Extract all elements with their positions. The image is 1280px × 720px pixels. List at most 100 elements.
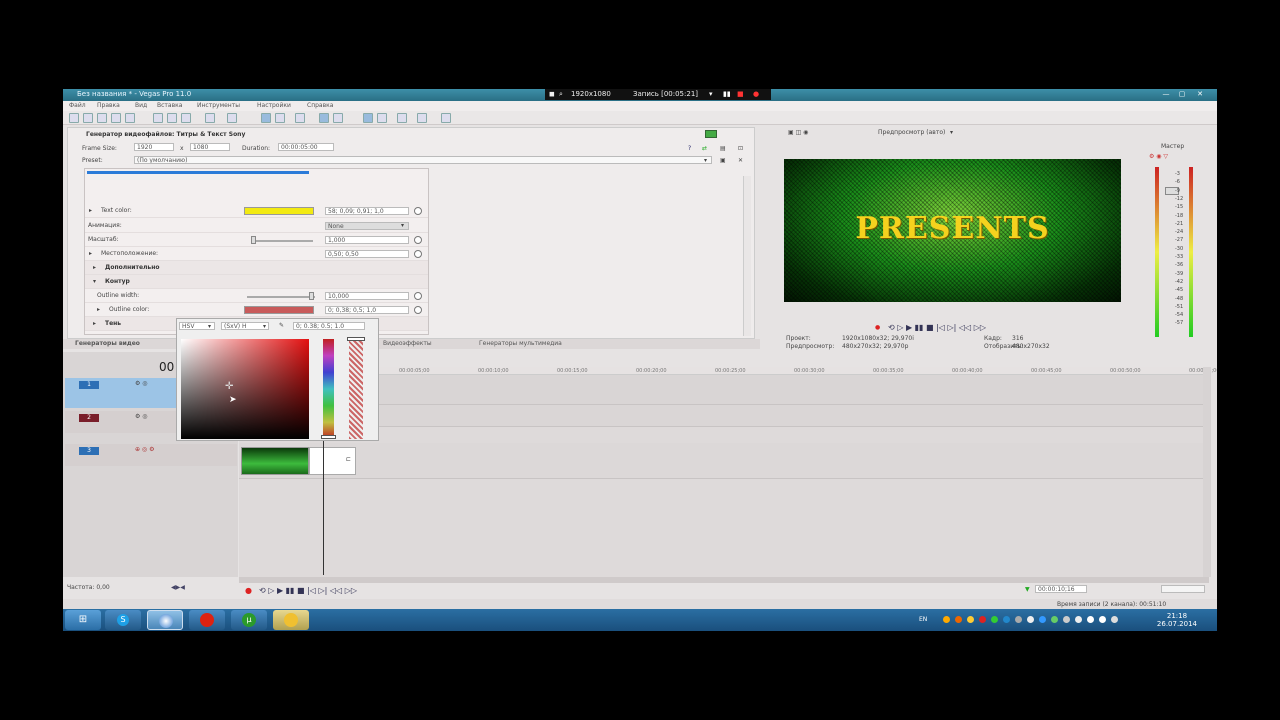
menu-options[interactable]: Настройки [257,102,291,109]
expand-icon[interactable]: ▸ [97,306,100,313]
tray-icon[interactable] [1015,616,1022,623]
recorder-dropdown-icon[interactable]: ▾ [709,90,713,98]
volume-icon[interactable] [1099,616,1106,623]
animate-clock-icon[interactable] [414,306,422,314]
record-icon[interactable]: ● [875,324,880,331]
collapse-icon[interactable]: ▾ [93,278,96,285]
frame-width-input[interactable]: 1920 [134,143,174,151]
animate-clock-icon[interactable] [414,207,422,215]
location-value[interactable]: 0,50; 0,50 [325,250,409,258]
plugin-chain-icon[interactable]: ⇄ [702,145,707,152]
hue-slider[interactable] [323,339,334,439]
selection-tool-icon[interactable] [295,113,305,123]
preset-dropdown-arrow-icon[interactable]: ▾ [704,157,707,164]
recorder-pause-icon[interactable]: ▮▮ [723,90,731,98]
skype-taskbar-icon[interactable]: S [105,610,141,630]
tab-video-generators[interactable]: Генераторы видео [75,340,140,347]
envelope-tool-icon[interactable] [275,113,285,123]
track-fx-icon[interactable]: ⊕ ◎ ⚙ [135,446,154,453]
animation-dropdown-arrow-icon[interactable]: ▾ [401,222,404,229]
vegas-taskbar-icon[interactable] [147,610,183,630]
duration-input[interactable]: 00:00:05:00 [278,143,334,151]
maximize-button[interactable]: ▢ [1175,90,1189,99]
preview-quality-dropdown[interactable]: Предпросмотр (авто) [878,129,945,136]
hue-slider-thumb[interactable] [321,435,336,439]
menu-tools[interactable]: Инструменты [197,102,240,109]
menu-help[interactable]: Справка [307,102,333,109]
redo-icon[interactable] [227,113,237,123]
lock-envelopes-icon[interactable] [377,113,387,123]
ignore-grouping-icon[interactable] [397,113,407,123]
tray-icon[interactable] [1039,616,1046,623]
whats-this-icon[interactable] [441,113,451,123]
timeline-track-2[interactable] [239,405,1209,427]
text-color-value[interactable]: 58; 0,09; 0,91; 1,0 [325,207,409,215]
media-fx-icon[interactable] [417,113,427,123]
recorder-stop-icon[interactable]: ■ [737,90,744,98]
properties-icon[interactable] [125,113,135,123]
rate-slider-icon[interactable]: ◀▶◀ [171,584,185,591]
expand-icon[interactable]: ▸ [89,207,92,214]
tray-icon[interactable] [1051,616,1058,623]
scale-value[interactable]: 1,000 [325,236,409,244]
color-channel-dropdown[interactable]: (SxV) H [221,322,269,330]
eyedropper-icon[interactable]: ✎ [279,322,284,329]
system-clock[interactable]: 21:18 26.07.2014 [1157,612,1197,628]
media-clip-event[interactable]: ⊏ [309,447,356,475]
preview-toolbar-icon[interactable]: ▣ ◫ ◉ [788,129,808,136]
animation-dropdown[interactable]: None [325,222,409,230]
minimize-button[interactable]: — [1159,90,1173,99]
length-display[interactable] [1161,585,1205,593]
undo-icon[interactable] [205,113,215,123]
animate-clock-icon[interactable] [414,292,422,300]
outline-width-value[interactable]: 10,000 [325,292,409,300]
utorrent-taskbar-icon[interactable]: µ [231,610,267,630]
saturation-value-square[interactable]: ✛ ➤ [181,339,309,439]
animate-clock-icon[interactable] [414,250,422,258]
track-header-3[interactable]: 3 ⊕ ◎ ⚙ [65,444,237,466]
tray-icon[interactable] [979,616,986,623]
expand-icon[interactable]: ▸ [93,264,96,271]
time-ruler[interactable]: 00:00:05;00 00:00:10;00 00:00:15;00 00:00:2… [239,367,1217,375]
animate-clock-icon[interactable] [414,236,422,244]
outline-color-swatch[interactable] [244,306,314,314]
cut-icon[interactable] [153,113,163,123]
preview-dropdown-arrow-icon[interactable]: ▾ [950,129,953,136]
track-fx-icon[interactable]: ⚙ ◎ [135,380,148,387]
color-model-arrow-icon[interactable]: ▾ [208,323,211,330]
tray-icon[interactable] [943,616,950,623]
language-indicator[interactable]: EN [919,616,927,623]
save-icon[interactable] [97,113,107,123]
scale-slider[interactable] [251,240,313,242]
menu-view[interactable]: Вид [135,102,147,109]
delete-preset-icon[interactable]: ✕ [738,157,743,164]
render-icon[interactable] [111,113,121,123]
flag-icon[interactable] [1111,616,1118,623]
auto-crossfade-icon[interactable] [333,113,343,123]
menu-file[interactable]: Файл [69,102,86,109]
menu-edit[interactable]: Правка [97,102,120,109]
record-icon[interactable]: ● [245,586,252,595]
network-icon[interactable] [1087,616,1094,623]
video-clip-event[interactable] [241,447,309,475]
scale-slider-thumb[interactable] [251,236,256,244]
text-color-swatch[interactable] [244,207,314,215]
tray-icon[interactable] [991,616,998,623]
copy-icon[interactable] [167,113,177,123]
snap-icon[interactable] [319,113,329,123]
tray-icon[interactable] [1063,616,1070,623]
properties-scrollbar[interactable] [743,176,751,336]
tab-video-fx[interactable]: Видеоэффекты [383,340,432,347]
expand-icon[interactable]: ▸ [89,250,92,257]
recorder-record-icon[interactable]: ● [753,90,759,98]
tray-icon[interactable] [955,616,962,623]
plugin-bypass-icon[interactable]: ⊡ [738,145,743,152]
outline-width-slider[interactable] [247,296,315,298]
end-time-display[interactable]: 00:00:10;16 [1035,585,1087,593]
color-channel-arrow-icon[interactable]: ▾ [263,323,266,330]
outline-group[interactable]: ▾ Контур [85,275,428,289]
timeline-track-1[interactable] [239,375,1209,405]
recorder-search-icon[interactable]: ⌕ [559,90,563,99]
alpha-slider[interactable] [349,339,363,439]
color-value-input[interactable]: 0; 0.38; 0.5; 1.0 [293,322,365,330]
